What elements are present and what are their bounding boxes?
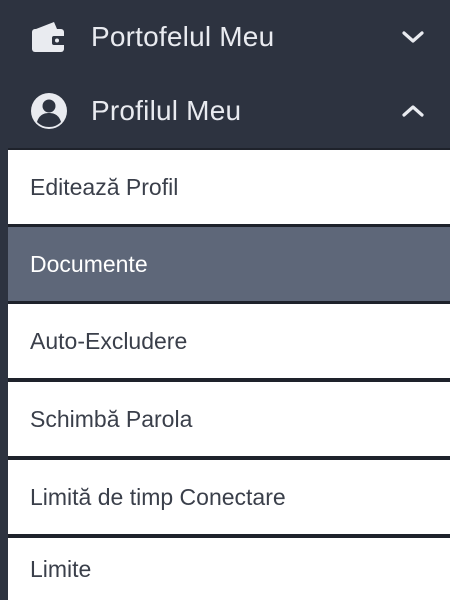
submenu-item-label: Auto-Excludere — [30, 327, 188, 354]
chevron-down-icon[interactable] — [398, 22, 428, 52]
submenu-item-change-password[interactable]: Schimbă Parola — [8, 382, 450, 456]
submenu-item-label: Limite — [30, 555, 92, 582]
submenu-item-label: Limită de timp Conectare — [30, 483, 286, 510]
submenu-item-documents[interactable]: Documente — [8, 227, 450, 301]
menu-header-wallet-label: Portofelul Meu — [91, 21, 275, 52]
menu-header-profile-label: Profilul Meu — [91, 95, 242, 126]
submenu-item-label: Documente — [30, 250, 148, 277]
user-circle-icon — [27, 89, 71, 133]
profile-submenu: Editează Profil Documente Auto-Excludere… — [8, 148, 450, 600]
menu-header-profile[interactable]: Profilul Meu — [0, 74, 450, 148]
submenu-item-self-exclusion[interactable]: Auto-Excludere — [8, 304, 450, 378]
submenu-item-edit-profile[interactable]: Editează Profil — [8, 150, 450, 224]
side-menu: Portofelul Meu Profilul Meu Editează Pro… — [0, 0, 450, 600]
wallet-icon — [27, 15, 71, 59]
submenu-item-session-time-limit[interactable]: Limită de timp Conectare — [8, 460, 450, 534]
submenu-item-label: Editează Profil — [30, 173, 179, 200]
submenu-item-limits[interactable]: Limite — [8, 538, 450, 600]
menu-header-wallet[interactable]: Portofelul Meu — [0, 0, 450, 74]
chevron-up-icon[interactable] — [398, 96, 428, 126]
submenu-item-label: Schimbă Parola — [30, 405, 193, 432]
